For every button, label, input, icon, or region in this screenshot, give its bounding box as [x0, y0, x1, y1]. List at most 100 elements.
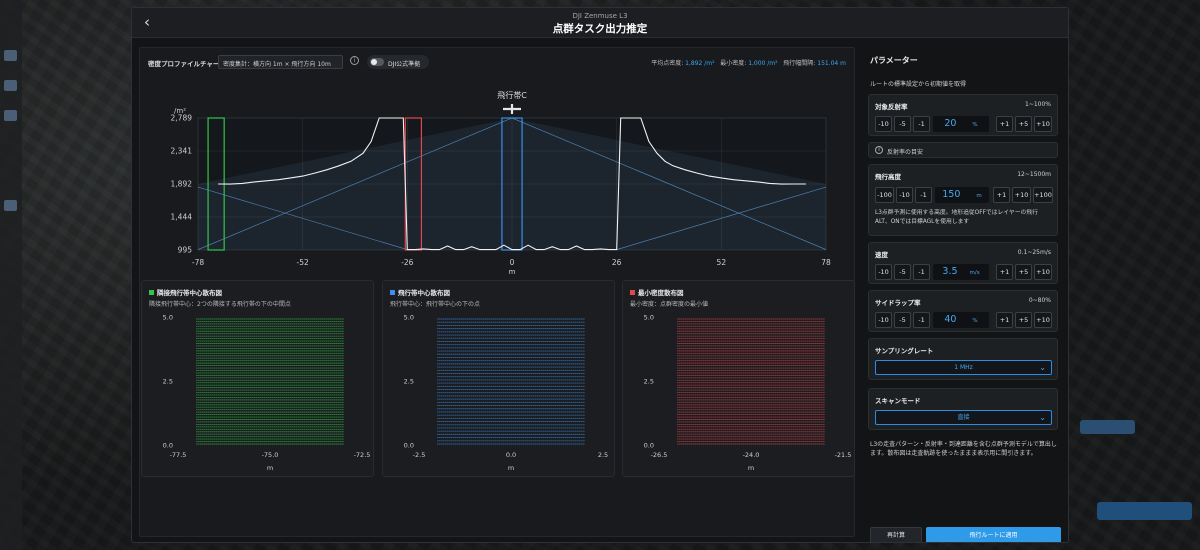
decrement-button[interactable]: -1 — [915, 187, 932, 203]
increment-button[interactable]: +100 — [1033, 187, 1053, 203]
reflectance-input[interactable]: 20% — [933, 116, 989, 132]
decrement-button[interactable]: -10 — [875, 116, 892, 132]
reflectance-guide-row[interactable]: i 反射率の目安 — [868, 142, 1058, 158]
scatter-plot-center: 0.02.55.0-2.5 0.0 2.5m — [404, 314, 609, 473]
decrement-button[interactable]: -100 — [875, 187, 894, 203]
decrement-button[interactable]: -1 — [913, 312, 930, 328]
x-tick-label: 0 — [510, 258, 515, 267]
x-tick-label: -26.5 — [651, 451, 668, 459]
x-tick-label: -52 — [297, 258, 309, 267]
increment-button[interactable]: +1 — [993, 187, 1010, 203]
stat-value: 151.04 m — [817, 60, 846, 67]
x-tick-label: -75.0 — [262, 451, 279, 459]
drone-icon — [503, 104, 521, 114]
chart-toolbar: 密度プロファイルチャート 密度集計：横方向 1m × 飛行方向 10m i DJ… — [140, 48, 854, 76]
x-tick-label: 26 — [612, 258, 622, 267]
y-tick-label: 1,892 — [171, 180, 193, 189]
x-tick-label: -2.5 — [413, 451, 426, 459]
increment-button[interactable]: +5 — [1015, 312, 1032, 328]
background-button — [1097, 502, 1192, 520]
decrement-button[interactable]: -1 — [913, 264, 930, 280]
x-tick-label: 78 — [821, 258, 831, 267]
toolbar-icon[interactable] — [4, 200, 17, 211]
select-value: 直接 — [957, 414, 970, 421]
value-text: 3.5 — [942, 266, 958, 277]
chevron-down-icon: ⌄ — [1039, 413, 1046, 422]
card-range: 12~1500m — [1017, 171, 1051, 178]
x-tick-label: -78 — [192, 258, 204, 267]
value-unit: % — [972, 318, 978, 324]
info-icon[interactable]: i — [350, 56, 359, 65]
decrement-button[interactable]: -5 — [894, 264, 911, 280]
x-tick-label: 52 — [717, 258, 727, 267]
increment-button[interactable]: +10 — [1034, 116, 1052, 132]
value-text: 20 — [944, 118, 957, 129]
scatter-desc: 隣接飛行帯中心：2つの隣接する飛行帯の下の中間点 — [149, 301, 291, 308]
x-tick-label: -26 — [401, 258, 413, 267]
stat-label: 平均点密度: — [651, 60, 684, 67]
scatter-title-text: 隣接飛行帯中心散布図 — [157, 289, 222, 297]
y-tick-label: 0.0 — [644, 442, 654, 450]
scan-mode-select[interactable]: 直接 ⌄ — [875, 410, 1052, 425]
scatter-plot-min: 0.0 2.5 5.0 -26.5 -24.0 -21.5 m — [644, 314, 852, 473]
increment-button[interactable]: +1 — [996, 264, 1013, 280]
increment-button[interactable]: +1 — [996, 312, 1013, 328]
increment-button[interactable]: +10 — [1012, 187, 1031, 203]
increment-button[interactable]: +10 — [1034, 264, 1052, 280]
y-tick-label: 0.0 — [404, 442, 414, 450]
dialog-subtitle: DJI Zenmuse L3 — [572, 12, 628, 20]
x-axis-label: m — [509, 268, 516, 276]
x-tick-label: -72.5 — [354, 451, 371, 459]
dji-official-toggle[interactable]: DJI公式準拠 — [367, 55, 429, 69]
toolbar-icon[interactable] — [4, 80, 17, 91]
density-stats: 平均点密度: 1,892 /m² 最小密度: 1,000 /m² 飛行幅間隔: … — [651, 58, 846, 67]
y-tick-label: 0.0 — [163, 442, 173, 450]
value-unit: % — [972, 122, 978, 128]
decrement-button[interactable]: -5 — [894, 312, 911, 328]
decrement-button[interactable]: -1 — [913, 116, 930, 132]
increment-button[interactable]: +5 — [1015, 264, 1032, 280]
scatter-panel-adjacent: 隣接飛行帯中心散布図 隣接飛行帯中心：2つの隣接する飛行帯の下の中間点 0.0 2… — [141, 280, 374, 477]
y-tick-label: 5.0 — [644, 314, 654, 322]
toolbar-icon[interactable] — [4, 50, 17, 61]
sidelap-card: サイドラップ率 0~80% -10 -5 -1 40% +1 +5 +10 — [868, 290, 1058, 332]
decrement-button[interactable]: -10 — [896, 187, 913, 203]
decrement-button[interactable]: -10 — [875, 312, 892, 328]
altitude-input[interactable]: 150 m — [935, 187, 989, 203]
x-tick-label: -77.5 — [170, 451, 187, 459]
toolbar-icon[interactable] — [4, 110, 17, 121]
point-cloud-estimate-dialog: ‹ DJI Zenmuse L3 点群タスク出力推定 密度プロファイルチャート … — [131, 7, 1069, 543]
legend-swatch — [149, 290, 154, 295]
increment-button[interactable]: +1 — [996, 116, 1013, 132]
value-unit: m — [976, 193, 982, 199]
recalculate-button[interactable]: 再計算 — [870, 527, 922, 542]
y-tick-label: 2.5 — [404, 378, 414, 386]
card-title: スキャンモード — [875, 397, 921, 405]
reflectance-guide-text: 反射率の目安 — [887, 149, 924, 156]
increment-button[interactable]: +10 — [1034, 312, 1052, 328]
scatter-panel-center: 飛行帯中心散布図 飛行帯中心：飛行帯中心の下の点 0.0 2.5 5.0 -2.5 0.… — [382, 280, 615, 477]
sidelap-input[interactable]: 40% — [933, 312, 989, 328]
y-tick-label: 2,341 — [171, 147, 193, 156]
apply-to-route-button[interactable]: 飛行ルートに適用 — [926, 527, 1061, 542]
card-title: 飛行高度 — [875, 173, 901, 181]
card-title: サイドラップ率 — [875, 299, 921, 307]
stat-value: 1,892 /m² — [685, 60, 715, 67]
card-title: 対象反射率 — [875, 103, 908, 111]
chart-panel: 密度プロファイルチャート 密度集計：横方向 1m × 飛行方向 10m i DJ… — [139, 47, 855, 537]
y-tick-label: 5.0 — [404, 314, 414, 322]
x-tick-label: -21.5 — [835, 451, 852, 459]
reflectance-card: 対象反射率 1~100% -10 -5 -1 20% +1 +5 +10 — [868, 94, 1058, 136]
decrement-button[interactable]: -10 — [875, 264, 892, 280]
aggregation-select[interactable]: 密度集計：横方向 1m × 飛行方向 10m — [218, 55, 343, 69]
legend-swatch — [630, 290, 635, 295]
speed-input[interactable]: 3.5 m/s — [933, 264, 989, 280]
dialog-header: ‹ DJI Zenmuse L3 点群タスク出力推定 — [132, 8, 1068, 38]
app-left-toolbar — [0, 0, 22, 550]
sampling-rate-select[interactable]: 1 MHz ⌄ — [875, 360, 1052, 375]
increment-button[interactable]: +5 — [1015, 116, 1032, 132]
value-text: 40 — [944, 314, 957, 325]
decrement-button[interactable]: -5 — [894, 116, 911, 132]
params-desc: ルートの標準設定から初期値を取得 — [870, 81, 967, 88]
x-tick-label: -24.0 — [743, 451, 760, 459]
